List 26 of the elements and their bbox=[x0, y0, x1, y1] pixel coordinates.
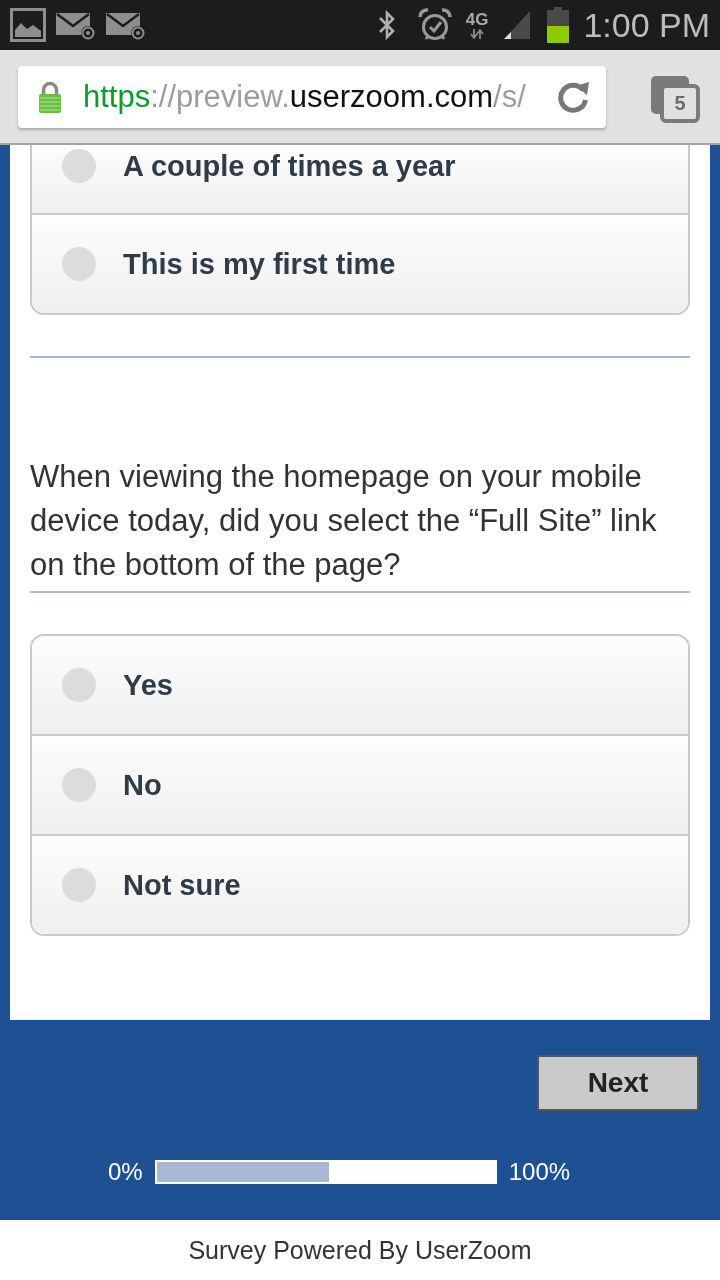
network-type-label: 4G bbox=[465, 11, 489, 29]
alarm-clock-icon bbox=[417, 8, 452, 42]
footer-text: Survey Powered By UserZoom bbox=[188, 1235, 532, 1265]
picture-icon bbox=[10, 8, 46, 42]
data-arrows-icon bbox=[469, 29, 486, 39]
lock-icon bbox=[38, 80, 62, 114]
battery-icon bbox=[547, 7, 570, 43]
radio-button[interactable] bbox=[62, 868, 96, 902]
tabs-icon bbox=[650, 75, 700, 123]
radio-button[interactable] bbox=[62, 149, 96, 183]
signal-icon bbox=[504, 11, 531, 39]
radio-button[interactable] bbox=[62, 668, 96, 702]
clock-time: 1:00 PM bbox=[583, 5, 710, 45]
answer-option[interactable]: This is my first time bbox=[32, 213, 688, 313]
radio-button[interactable] bbox=[62, 247, 96, 281]
tab-switcher-button[interactable]: 5 bbox=[650, 75, 700, 123]
url-field[interactable]: https://preview.userzoom.com/s/ bbox=[18, 66, 606, 128]
progress-end-label: 100% bbox=[508, 1158, 571, 1186]
answer-option[interactable]: Not sure bbox=[32, 834, 688, 934]
next-button[interactable]: Next bbox=[537, 1055, 699, 1111]
question-text: When viewing the homepage on your mobile device today, did you select the “Full Site” link on the bottom of the page? bbox=[30, 458, 658, 584]
answer-option[interactable]: Yes bbox=[32, 636, 688, 734]
answer-option[interactable]: No bbox=[32, 734, 688, 834]
radio-button[interactable] bbox=[62, 768, 96, 802]
progress-start-label: 0% bbox=[108, 1158, 143, 1186]
reload-icon[interactable] bbox=[556, 80, 590, 114]
